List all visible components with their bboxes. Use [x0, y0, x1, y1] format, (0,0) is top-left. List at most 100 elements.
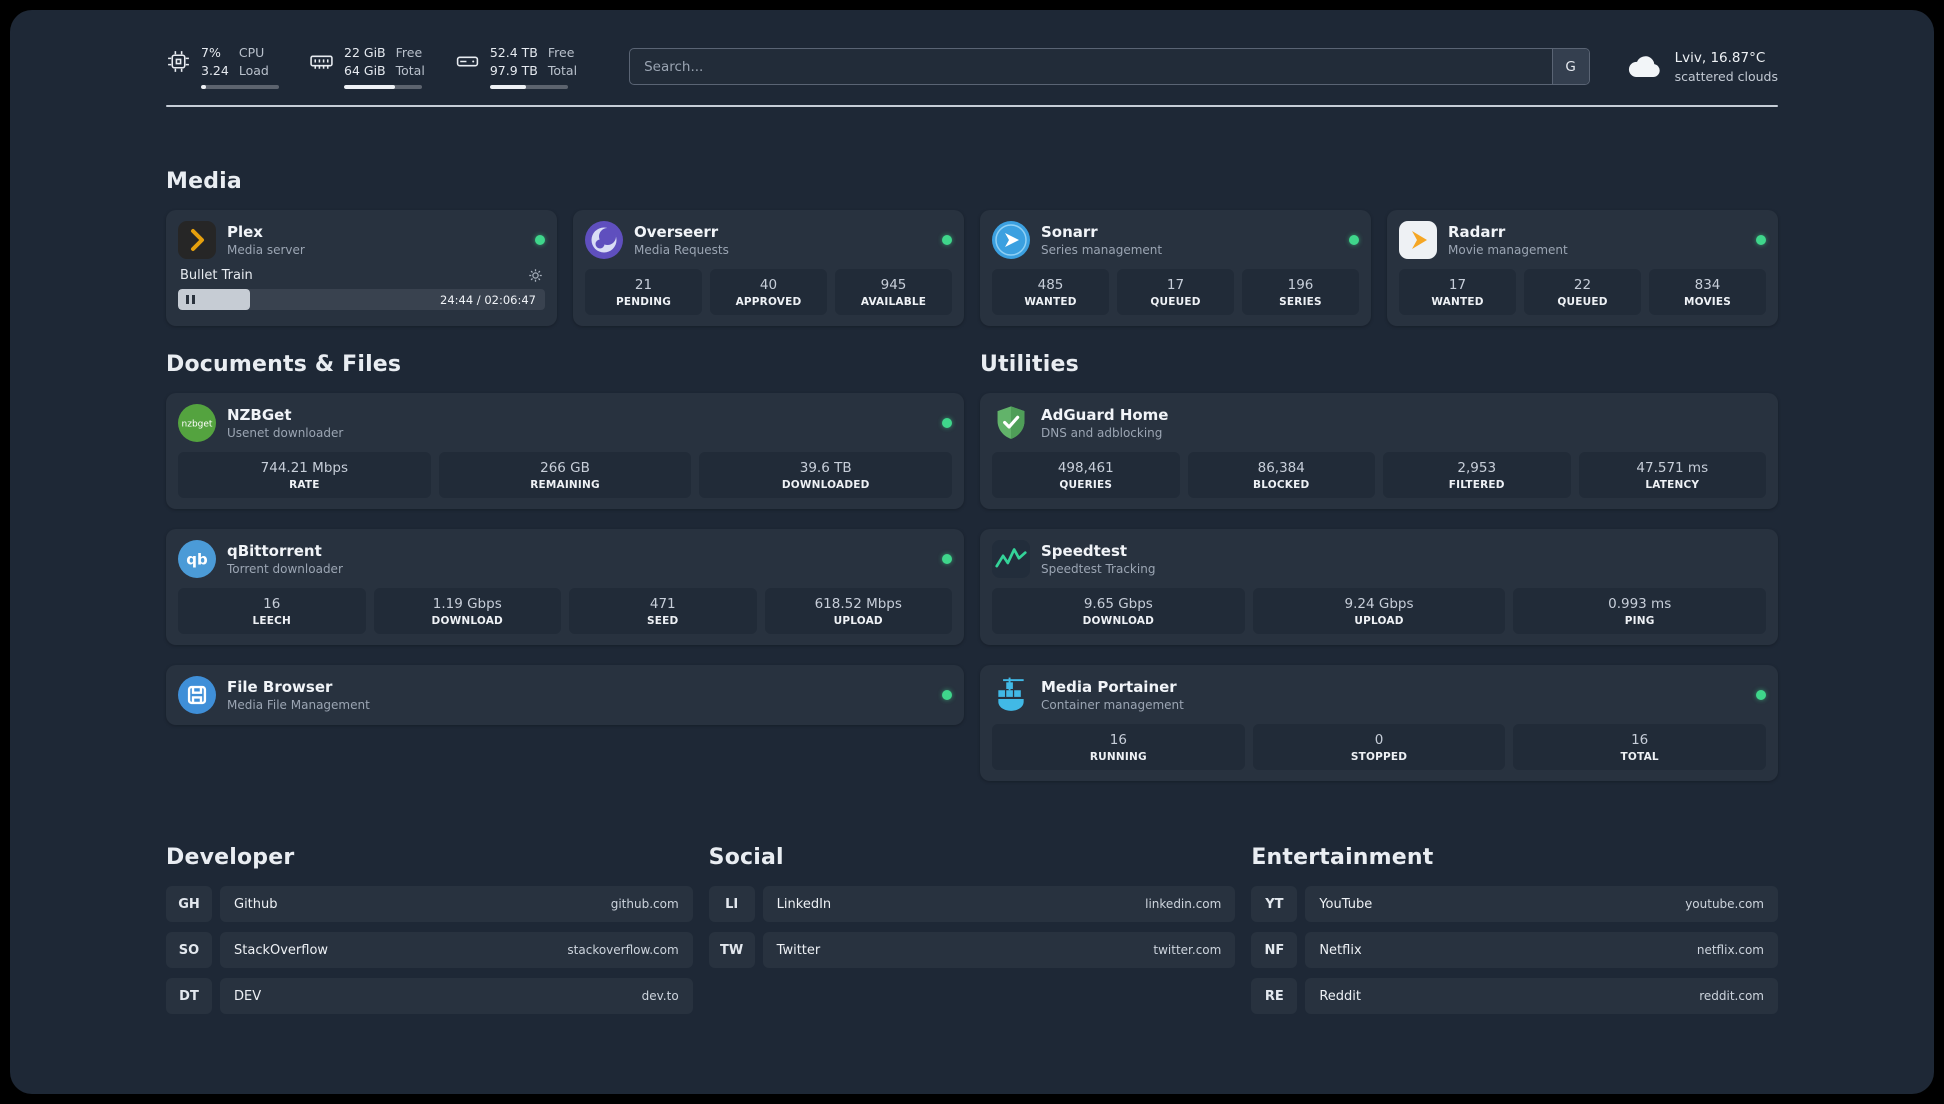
stat-value: 9.65 Gbps: [1083, 596, 1153, 612]
bookmark-dev[interactable]: DT DEV dev.to: [166, 978, 693, 1014]
bookmark-stackoverflow[interactable]: SO StackOverflow stackoverflow.com: [166, 932, 693, 968]
stat-label: DOWNLOADED: [781, 479, 870, 491]
app-title: NZBGet: [227, 406, 292, 424]
app-subtitle: Container management: [1041, 698, 1184, 712]
stat-label: UPLOAD: [833, 615, 883, 627]
bookmark-youtube[interactable]: YT YouTube youtube.com: [1251, 886, 1778, 922]
bookmark-abbr[interactable]: SO: [166, 932, 212, 968]
stat-tile: 22 QUEUED: [1524, 269, 1641, 315]
stat-label: DOWNLOAD: [1082, 615, 1155, 627]
bookmark-netflix[interactable]: NF Netflix netflix.com: [1251, 932, 1778, 968]
bookmark-abbr[interactable]: TW: [708, 932, 755, 968]
svg-text:qb: qb: [186, 551, 208, 569]
stat-tile: 266 GB REMAINING: [438, 452, 692, 498]
bookmark-abbr[interactable]: GH: [166, 886, 212, 922]
bookmark-linkedin[interactable]: LI LinkedIn linkedin.com: [708, 886, 1236, 922]
stat-tile: 47.571 ms LATENCY: [1578, 452, 1766, 498]
bookmark-url: reddit.com: [1699, 989, 1764, 1003]
speedtest-card[interactable]: Speedtest Speedtest Tracking 9.65 Gbps D…: [980, 529, 1778, 645]
adguard-shield-icon: [992, 404, 1030, 442]
stat-value: 2,953: [1457, 460, 1497, 476]
stat-value: 40: [759, 277, 778, 293]
stat-label: DOWNLOAD: [431, 615, 503, 627]
pause-icon[interactable]: [186, 295, 195, 304]
bookmark-url: dev.to: [641, 989, 679, 1003]
bookmark-reddit[interactable]: RE Reddit reddit.com: [1251, 978, 1778, 1014]
app-title: Radarr: [1448, 223, 1506, 241]
playback-progress-fill: [178, 289, 250, 310]
stat-value: 485: [1037, 277, 1064, 293]
cpu-meter: [201, 85, 279, 89]
search-input[interactable]: [630, 49, 1552, 84]
stat-value: 0: [1374, 732, 1384, 748]
filebrowser-card[interactable]: File Browser Media File Management: [166, 665, 964, 725]
stat-tile: 9.65 Gbps DOWNLOAD: [992, 588, 1245, 634]
stat-label: SEED: [647, 615, 679, 627]
stat-label: QUEUED: [1150, 296, 1201, 308]
search-engine-button[interactable]: G: [1551, 49, 1589, 84]
playback-progress-bar[interactable]: 24:44 / 02:06:47: [178, 289, 545, 310]
stat-label: LATENCY: [1645, 479, 1700, 491]
app-subtitle: Usenet downloader: [227, 426, 344, 440]
entertainment-bookmarks-section: Entertainment YT YouTube youtube.com NF …: [1251, 845, 1778, 1014]
stat-value: 17: [1166, 277, 1185, 293]
app-subtitle: Media File Management: [227, 698, 370, 712]
bookmark-url: twitter.com: [1153, 943, 1222, 957]
bookmark-twitter[interactable]: TW Twitter twitter.com: [708, 932, 1236, 968]
stat-tile: 0 STOPPED: [1252, 724, 1506, 770]
adguard-card[interactable]: AdGuard Home DNS and adblocking 498,461 …: [980, 393, 1778, 509]
ram-free-label: Free: [395, 45, 423, 60]
stat-value: 16: [1631, 732, 1649, 748]
stat-tile: 471 SEED: [569, 588, 757, 634]
stat-tile: 1.19 Gbps DOWNLOAD: [373, 588, 561, 634]
bookmark-url: linkedin.com: [1145, 897, 1222, 911]
nzbget-card[interactable]: nzbget NZBGet Usenet downloader 744.21 M…: [166, 393, 964, 509]
bookmark-abbr[interactable]: RE: [1251, 978, 1298, 1014]
stat-tile: 744.21 Mbps RATE: [178, 452, 431, 498]
cpu-meter-fill: [201, 85, 207, 89]
bookmark-name: Netflix: [1319, 942, 1362, 958]
bookmark-name: DEV: [234, 988, 262, 1004]
bookmark-name: Twitter: [776, 942, 821, 958]
status-dot: [942, 418, 952, 428]
qbittorrent-card[interactable]: qb qBittorrent Torrent downloader 16 LEE…: [166, 529, 964, 645]
qbittorrent-icon: qb: [178, 540, 216, 578]
bookmark-github[interactable]: GH Github github.com: [166, 886, 693, 922]
bookmark-name: LinkedIn: [776, 896, 832, 912]
stat-tile: 196 SERIES: [1242, 269, 1359, 315]
disk-widget: 52.4 TB 97.9 TB Free Total: [455, 44, 577, 89]
dashboard: 7% 3.24 CPU Load 22 GiB 64 GiB Free Tota…: [10, 10, 1934, 1094]
bookmark-name: Reddit: [1319, 988, 1361, 1004]
sonarr-card[interactable]: Sonarr Series management 485 WANTED 17 Q…: [980, 210, 1371, 326]
bookmark-abbr[interactable]: DT: [166, 978, 212, 1014]
status-dot: [942, 690, 952, 700]
status-dot: [535, 235, 545, 245]
portainer-card[interactable]: Media Portainer Container management 16 …: [980, 665, 1778, 781]
stat-label: WANTED: [1024, 296, 1077, 308]
app-title: Overseerr: [634, 223, 719, 241]
stat-value: 744.21 Mbps: [260, 460, 349, 476]
social-bookmarks-section: Social LI LinkedIn linkedin.com TW Twitt…: [708, 845, 1236, 968]
stat-tile: 2,953 FILTERED: [1383, 452, 1571, 498]
weather-condition: scattered clouds: [1674, 68, 1778, 84]
nzbget-icon: nzbget: [178, 404, 216, 442]
stat-value: 39.6 TB: [799, 460, 852, 476]
playback-time: 24:44 / 02:06:47: [440, 292, 536, 307]
cpu-widget: 7% 3.24 CPU Load: [166, 44, 279, 89]
radarr-card[interactable]: Radarr Movie management 17 WANTED 22 QUE…: [1387, 210, 1778, 326]
stat-label: STOPPED: [1350, 751, 1408, 763]
stat-label: AVAILABLE: [860, 296, 927, 308]
bookmark-abbr[interactable]: LI: [708, 886, 755, 922]
stat-label: APPROVED: [735, 296, 802, 308]
bookmark-abbr[interactable]: NF: [1251, 932, 1298, 968]
stat-value: 17: [1448, 277, 1467, 293]
overseerr-card[interactable]: Overseerr Media Requests 21 PENDING 40 A…: [573, 210, 964, 326]
bookmark-abbr[interactable]: YT: [1251, 886, 1298, 922]
stat-value: 16: [1109, 732, 1127, 748]
gear-icon[interactable]: [528, 268, 543, 283]
bookmark-name: YouTube: [1319, 896, 1373, 912]
plex-card[interactable]: Plex Media server Bullet Train 24:44 / 0…: [166, 210, 557, 326]
cpu-load-value: 3.24: [201, 62, 229, 78]
stat-value: 266 GB: [540, 460, 590, 476]
app-title: AdGuard Home: [1041, 406, 1169, 424]
